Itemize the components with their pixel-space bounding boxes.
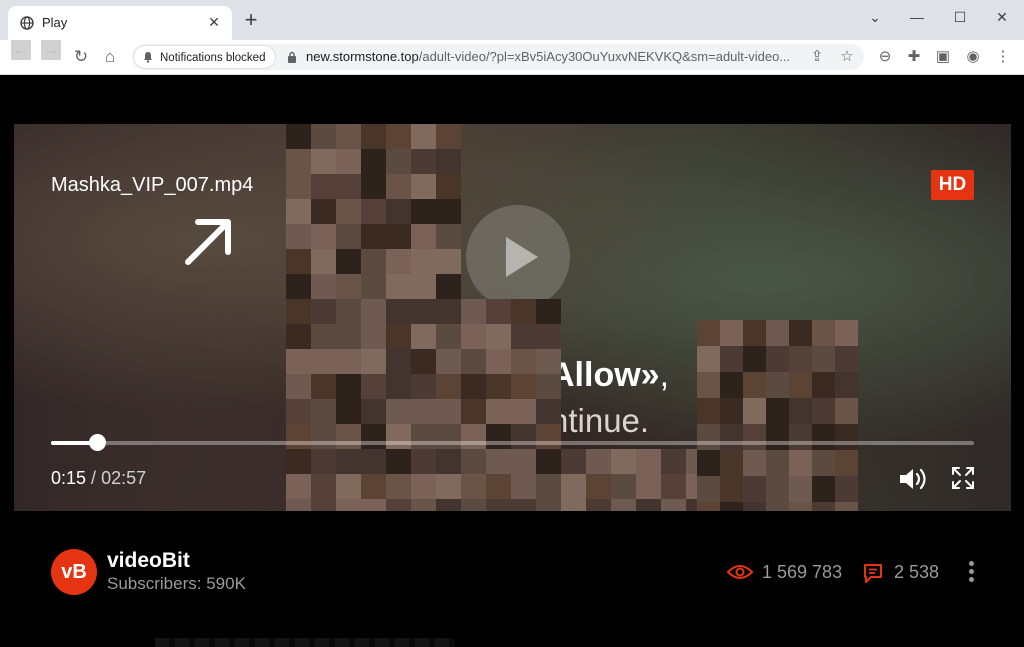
time-separator: / xyxy=(86,468,102,488)
hd-badge[interactable]: HD xyxy=(931,170,974,200)
browser-tab[interactable]: Play ✕ xyxy=(8,6,232,40)
fullscreen-icon[interactable] xyxy=(951,466,975,490)
overlay-prompt-line1: Allow», xyxy=(550,356,669,395)
comment-count: 2 538 xyxy=(894,562,940,582)
notifications-blocked-chip[interactable]: Notifications blocked xyxy=(133,45,277,69)
maximize-icon[interactable]: ☐ xyxy=(947,6,973,28)
side-panel-icon[interactable]: ▣ xyxy=(933,47,953,67)
overlay-prompt-line2: ntinue. xyxy=(550,402,650,439)
overlay-allow-text: Allow» xyxy=(550,356,660,394)
url-host: new.stormstone.top xyxy=(306,49,419,64)
minimize-icon[interactable]: — xyxy=(904,6,930,28)
reload-icon[interactable]: ↻ xyxy=(71,47,91,67)
globe-icon xyxy=(20,16,34,30)
url-text[interactable]: new.stormstone.top/adult-video/?pl=xBv5i… xyxy=(306,49,796,64)
play-button[interactable] xyxy=(466,205,570,309)
url-path: /adult-video/?pl=xBv5iAcy30OuYuxvNEKVKQ&… xyxy=(418,49,791,64)
time-total: 02:57 xyxy=(101,468,147,488)
new-tab-button[interactable]: + xyxy=(241,9,261,31)
tab-title: Play xyxy=(42,15,68,30)
view-count: 1 569 783 xyxy=(762,562,843,582)
notifications-blocked-label: Notifications blocked xyxy=(160,52,266,64)
more-options-icon[interactable] xyxy=(962,558,980,586)
home-icon[interactable]: ⌂ xyxy=(100,47,120,67)
video-player[interactable]: Allow», ntinue. Mashka_VIP_007.mp4 HD 0:… xyxy=(14,124,1011,511)
forward-icon[interactable]: → xyxy=(41,40,61,60)
progress-bar[interactable] xyxy=(51,434,974,451)
arrow-up-right-icon xyxy=(185,219,231,265)
subscriber-count: Subscribers: 590K xyxy=(107,574,246,593)
tab-strip: Play ✕ + ⌄ — ☐ ✕ xyxy=(0,0,1024,40)
channel-name[interactable]: videoBit xyxy=(107,549,190,573)
share-icon[interactable]: ⇪ xyxy=(808,48,826,66)
menu-kebab-icon[interactable]: ⋮ xyxy=(993,47,1013,67)
channel-avatar[interactable]: vB xyxy=(51,549,97,595)
time-current: 0:15 xyxy=(51,468,87,488)
profile-avatar-icon[interactable]: ◉ xyxy=(963,47,983,67)
volume-icon[interactable] xyxy=(898,466,928,492)
time-display: 0:15 / 02:57 xyxy=(51,468,146,489)
pixelation-block xyxy=(286,124,461,299)
overlay-comma: , xyxy=(659,356,670,394)
video-file-name: Mashka_VIP_007.mp4 xyxy=(51,174,254,196)
blocked-extension-icon[interactable]: ⊖ xyxy=(875,47,895,67)
extensions-puzzle-icon[interactable]: ✚ xyxy=(904,47,924,67)
bell-blocked-icon xyxy=(144,52,152,63)
tab-close-icon[interactable]: ✕ xyxy=(206,14,222,30)
cropped-content-strip xyxy=(155,638,455,647)
address-bar[interactable]: Notifications blocked new.stormstone.top… xyxy=(132,44,864,70)
lock-icon[interactable] xyxy=(287,51,297,63)
pixelation-block xyxy=(511,449,711,511)
browser-toolbar: ← → ↻ ⌂ Notifications blocked new.storms… xyxy=(0,40,1024,75)
bookmark-star-icon[interactable]: ☆ xyxy=(838,48,856,66)
progress-handle[interactable] xyxy=(89,434,107,451)
close-window-icon[interactable]: ✕ xyxy=(989,6,1015,28)
tab-search-chevron-down-icon[interactable]: ⌄ xyxy=(862,6,888,28)
play-icon xyxy=(506,237,538,277)
comments-icon[interactable] xyxy=(861,561,885,585)
back-icon[interactable]: ← xyxy=(11,40,31,60)
pixelation-block xyxy=(697,320,858,511)
eye-icon xyxy=(727,565,753,579)
